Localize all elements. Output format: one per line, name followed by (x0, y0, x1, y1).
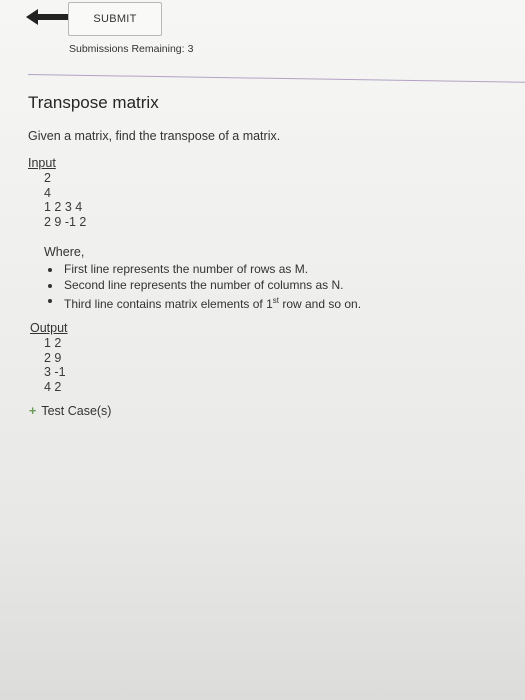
output-line: 4 2 (44, 379, 62, 394)
test-case-label: Test Case(s) (41, 404, 112, 418)
output-label: Output (30, 321, 68, 335)
list-item-text: Second line represents the number of col… (64, 277, 344, 292)
input-line: 2 9 -1 2 (44, 214, 87, 229)
input-label: Input (28, 156, 56, 170)
problem-description: Given a matrix, find the transpose of a … (28, 129, 281, 143)
input-lines: 2 4 1 2 3 4 2 9 -1 2 (44, 171, 86, 229)
problem-title: Transpose matrix (28, 93, 159, 112)
output-lines: 1 2 2 9 3 -1 4 2 (44, 336, 66, 394)
submit-button[interactable]: SUBMIT (68, 2, 162, 36)
list-item-text: Third line contains matrix elements of 1 (64, 297, 273, 311)
submissions-remaining: Submissions Remaining: 3 (69, 43, 193, 55)
output-line: 3 -1 (44, 365, 66, 379)
add-test-case-link[interactable]: + Test Case(s) (29, 404, 111, 418)
arrow-left-icon[interactable] (24, 6, 70, 28)
list-item: First line represents the number of rows… (46, 262, 361, 278)
list-item: Third line contains matrix elements of 1… (46, 293, 361, 313)
input-line: 4 (44, 185, 51, 200)
input-line: 1 2 3 4 (44, 200, 83, 214)
problem-screen: SUBMIT Submissions Remaining: 3 Transpose… (0, 0, 525, 700)
list-item: Second line represents the number of col… (46, 278, 361, 294)
input-line: 2 (44, 171, 51, 185)
output-line: 2 9 (44, 350, 62, 365)
submissions-remaining-count: 3 (187, 43, 194, 55)
header-divider (27, 74, 525, 83)
where-label: Where, (44, 245, 85, 259)
plus-icon: + (29, 404, 37, 418)
output-line: 1 2 (44, 336, 62, 350)
list-item-text: row and so on. (279, 297, 362, 311)
input-explanation-list: First line represents the number of rows… (46, 262, 361, 313)
list-item-text: First line represents the number of rows… (64, 262, 309, 276)
submissions-remaining-label: Submissions Remaining: (69, 43, 185, 55)
